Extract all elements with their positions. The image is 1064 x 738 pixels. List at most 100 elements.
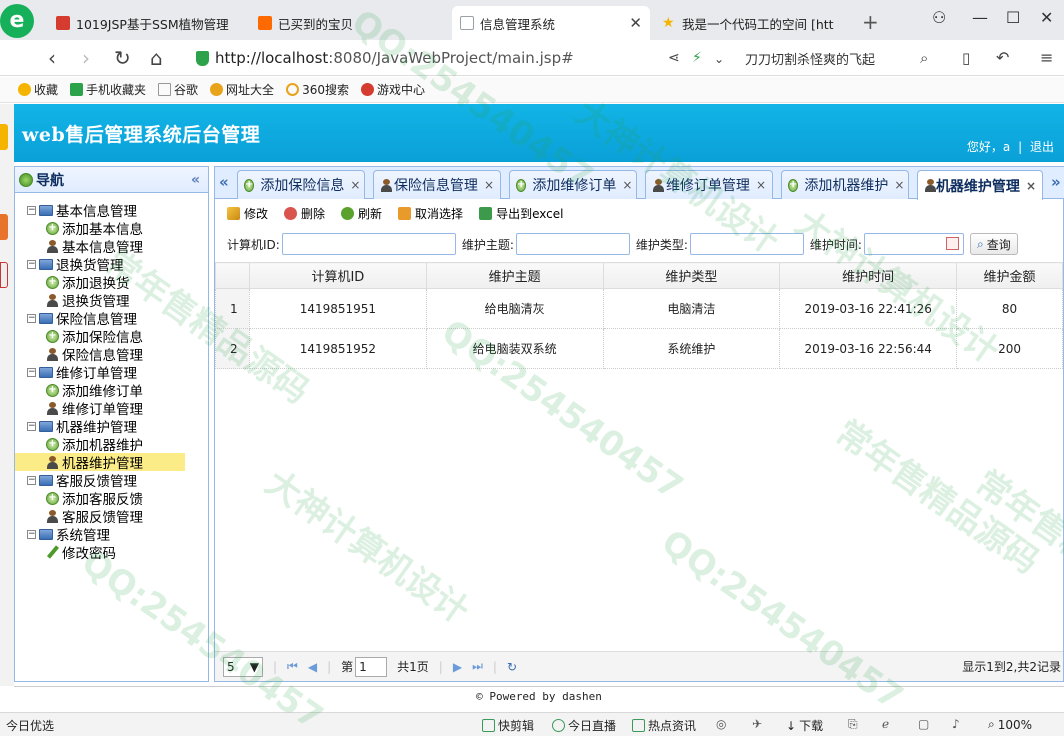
chevron-down-icon[interactable]: ⌄	[714, 52, 724, 66]
status-item-live[interactable]: 今日直播	[552, 717, 616, 734]
column-header[interactable]: 维护类型	[602, 262, 781, 289]
tree-item[interactable]: 机器维护管理	[15, 453, 185, 472]
close-tab-icon[interactable]: ×	[756, 178, 766, 192]
side-app-icon[interactable]	[0, 214, 8, 240]
page-number-input[interactable]: 1	[355, 656, 388, 677]
bookmark-google[interactable]: 谷歌	[158, 81, 198, 98]
close-tab-icon[interactable]: ×	[350, 178, 360, 192]
maximize-icon[interactable]: ☐	[1006, 8, 1020, 27]
browser-tab-2[interactable]: 已买到的宝贝	[250, 6, 446, 40]
reading-icon[interactable]: ▯	[962, 49, 970, 67]
tree-item[interactable]: + 添加退换货	[27, 273, 208, 292]
tree-item[interactable]: + 添加维修订单	[27, 381, 208, 400]
status-item-clip[interactable]: 快剪辑	[482, 717, 534, 734]
topic-input[interactable]	[515, 233, 630, 255]
logout-link[interactable]: 退出	[1030, 140, 1054, 154]
status-item-download[interactable]: ↓ 下载	[786, 717, 823, 734]
bookmark-games[interactable]: 游戏中心	[360, 81, 425, 98]
bookmark-360[interactable]: 360搜索	[286, 81, 349, 98]
bookmark-favorites[interactable]: 收藏	[18, 81, 58, 98]
collapse-icon[interactable]: «	[191, 172, 200, 188]
tree-item[interactable]: 保险信息管理	[27, 345, 208, 364]
tree-group[interactable]: − 维修订单管理	[27, 363, 208, 382]
first-page-icon[interactable]: ⏮	[287, 659, 298, 674]
status-item-pin-icon[interactable]: ✈	[752, 717, 762, 731]
status-item-browser-icon[interactable]: ◎	[716, 717, 726, 731]
bookmark-sites[interactable]: 网址大全	[210, 81, 274, 98]
reload-icon[interactable]: ↻	[114, 46, 131, 70]
tree-group[interactable]: − 基本信息管理	[27, 201, 208, 220]
url-input[interactable]: http://localhost:8080/JavaWebProject/mai…	[196, 45, 736, 71]
collapse-toggle-icon[interactable]: −	[27, 259, 36, 269]
browser-tab-active[interactable]: 信息管理系统 ✕	[452, 6, 650, 40]
computer-id-input[interactable]	[281, 233, 456, 255]
column-header[interactable]: 计算机ID	[248, 262, 427, 289]
status-item-news[interactable]: 热点资讯	[632, 717, 696, 734]
close-tab-icon[interactable]: ✕	[629, 14, 642, 32]
column-header[interactable]: 维护金额	[956, 262, 1063, 289]
page-size-select[interactable]: 5 ▼	[223, 656, 263, 677]
tree-item[interactable]: + 添加保险信息	[27, 327, 208, 346]
export-excel-button[interactable]: 导出到excel	[479, 205, 563, 222]
browser-logo-icon[interactable]: e	[0, 4, 34, 38]
next-page-icon[interactable]: ▶	[453, 660, 462, 674]
column-header[interactable]: 维护主题	[425, 262, 604, 289]
share-icon[interactable]: ⋖	[668, 50, 680, 66]
browser-tab-1[interactable]: 1019JSP基于SSM植物管理	[48, 6, 248, 40]
table-row[interactable]: 2 1419851952 给电脑装双系统 系统维护 2019-03-16 22:56:4…	[215, 328, 1063, 369]
status-daily-picks[interactable]: 今日优选	[6, 717, 54, 734]
close-tab-icon[interactable]: ×	[894, 178, 904, 192]
tree-item[interactable]: 退换货管理	[27, 291, 208, 310]
zoom-level[interactable]: ⌕ 100%	[988, 717, 1032, 732]
back-icon[interactable]: ‹	[48, 46, 56, 70]
collapse-toggle-icon[interactable]: −	[27, 367, 36, 377]
close-tab-icon[interactable]: ×	[622, 178, 632, 192]
new-tab-button[interactable]: +	[862, 10, 879, 34]
edit-button[interactable]: 修改	[227, 205, 268, 222]
collapse-toggle-icon[interactable]: −	[27, 421, 36, 431]
menu-icon[interactable]: ≡	[1040, 48, 1053, 67]
lightning-icon[interactable]: ⚡	[692, 50, 702, 66]
tree-item[interactable]: 基本信息管理	[27, 237, 208, 256]
prev-page-icon[interactable]: ◀	[308, 660, 317, 674]
tabs-scroll-left-icon[interactable]: «	[219, 173, 229, 191]
content-tab[interactable]: 维修订单管理 ×	[645, 170, 773, 199]
content-tab[interactable]: + 添加维修订单 ×	[509, 170, 637, 199]
home-icon[interactable]: ⌂	[150, 46, 163, 70]
minimize-icon[interactable]: —	[972, 8, 988, 27]
content-tab[interactable]: 保险信息管理 ×	[373, 170, 501, 199]
content-tab[interactable]: + 添加保险信息 ×	[237, 170, 365, 199]
tree-group[interactable]: − 退换货管理	[27, 255, 208, 274]
refresh-button[interactable]: 刷新	[341, 205, 382, 222]
status-item-window-icon[interactable]: ▢	[918, 717, 929, 731]
content-tab[interactable]: + 添加机器维护 ×	[781, 170, 909, 199]
tabs-scroll-right-icon[interactable]: »	[1051, 173, 1061, 191]
bookmark-mobile[interactable]: 手机收藏夹	[70, 81, 146, 98]
tree-group[interactable]: − 客服反馈管理	[27, 471, 208, 490]
calendar-icon[interactable]	[945, 237, 959, 250]
status-item-sound-icon[interactable]: ♪	[952, 717, 960, 731]
side-app-icon[interactable]	[0, 262, 8, 288]
tree-item[interactable]: + 添加客服反馈	[27, 489, 208, 508]
tree-group[interactable]: − 系统管理	[27, 525, 208, 544]
status-item-ie-icon[interactable]: ℯ	[882, 717, 889, 731]
column-header[interactable]: 维护时间	[779, 262, 958, 289]
deselect-button[interactable]: 取消选择	[398, 205, 463, 222]
tree-item[interactable]: + 添加机器维护	[27, 435, 208, 454]
tree-item[interactable]: 修改密码	[27, 543, 208, 562]
tree-item[interactable]: 客服反馈管理	[27, 507, 208, 526]
collapse-toggle-icon[interactable]: −	[27, 313, 36, 323]
search-icon[interactable]: ⌕	[920, 49, 928, 67]
collapse-toggle-icon[interactable]: −	[27, 205, 36, 215]
browser-search-input[interactable]: 刀刀切割杀怪爽的飞起	[745, 45, 945, 71]
search-button[interactable]: ⌕ 查询	[969, 233, 1018, 255]
content-tab[interactable]: 机器维护管理 ×	[917, 170, 1043, 200]
forward-icon[interactable]: ›	[82, 46, 90, 70]
last-page-icon[interactable]: ⏭	[472, 659, 483, 674]
close-tab-icon[interactable]: ×	[484, 178, 494, 192]
browser-tab-4[interactable]: ★ 我是一个代码工的空间 [htt	[654, 6, 854, 40]
reload-page-icon[interactable]: ↻	[507, 660, 517, 674]
tree-item[interactable]: + 添加基本信息	[27, 219, 208, 238]
collapse-toggle-icon[interactable]: −	[27, 529, 36, 539]
tree-item[interactable]: 维修订单管理	[27, 399, 208, 418]
